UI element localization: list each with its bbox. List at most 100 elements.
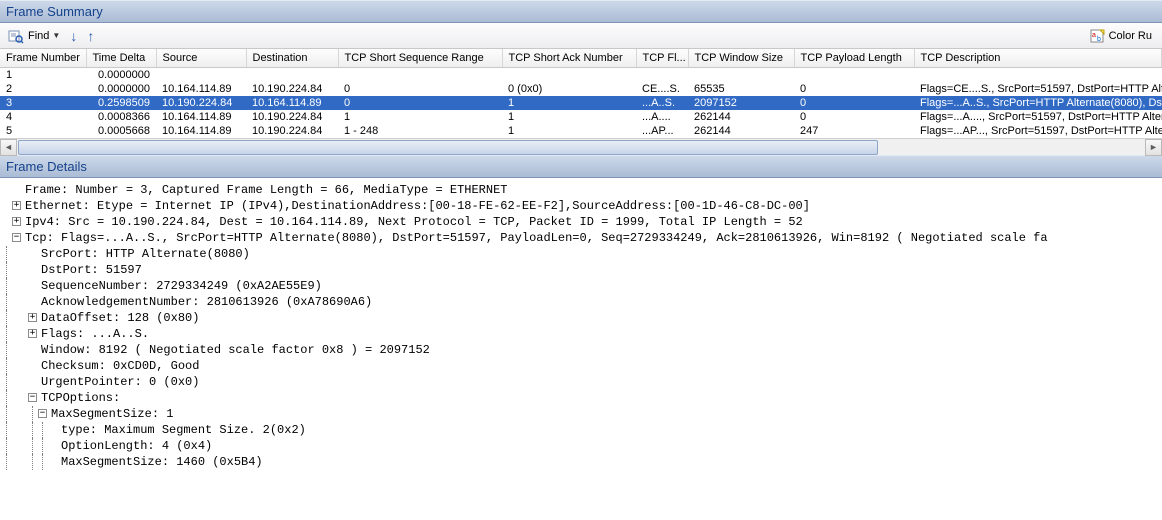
cell-num: 3 bbox=[0, 96, 86, 110]
table-row[interactable]: 30.259850910.190.224.8410.164.114.8901..… bbox=[0, 96, 1162, 110]
cell-ack: 0 (0x0) bbox=[502, 82, 636, 96]
col-tcp-flags[interactable]: TCP Fl... bbox=[636, 49, 688, 68]
detail-tcp[interactable]: Tcp: Flags=...A..S., SrcPort=HTTP Altern… bbox=[25, 230, 1048, 246]
scroll-thumb[interactable] bbox=[18, 140, 878, 155]
find-label: Find bbox=[28, 30, 49, 42]
cell-plen bbox=[794, 68, 914, 83]
collapse-tcpoptions-icon[interactable] bbox=[28, 393, 37, 402]
scroll-left-button[interactable]: ◄ bbox=[0, 139, 17, 156]
col-destination[interactable]: Destination bbox=[246, 49, 338, 68]
cell-delta: 0.0000000 bbox=[86, 82, 156, 96]
cell-desc: Flags=CE....S., SrcPort=51597, DstPort=H… bbox=[914, 82, 1162, 96]
col-source[interactable]: Source bbox=[156, 49, 246, 68]
cell-desc: Flags=...A...., SrcPort=51597, DstPort=H… bbox=[914, 110, 1162, 124]
cell-num: 2 bbox=[0, 82, 86, 96]
frame-summary-title: Frame Summary bbox=[6, 4, 103, 19]
cell-src: 10.190.224.84 bbox=[156, 96, 246, 110]
cell-delta: 0.0000000 bbox=[86, 68, 156, 83]
col-tcp-payload-len[interactable]: TCP Payload Length bbox=[794, 49, 914, 68]
expand-flags-icon[interactable] bbox=[28, 329, 37, 338]
detail-acknum[interactable]: AcknowledgementNumber: 2810613926 (0xA78… bbox=[41, 294, 372, 310]
cell-desc: Flags=...A..S., SrcPort=HTTP Alternate(8… bbox=[914, 96, 1162, 110]
detail-dataoffset[interactable]: DataOffset: 128 (0x80) bbox=[41, 310, 199, 326]
cell-win: 65535 bbox=[688, 82, 794, 96]
table-row[interactable]: 10.0000000 bbox=[0, 68, 1162, 83]
cell-seq: 0 bbox=[338, 82, 502, 96]
cell-win: 262144 bbox=[688, 124, 794, 138]
find-icon bbox=[8, 28, 24, 44]
col-tcp-seq-range[interactable]: TCP Short Sequence Range bbox=[338, 49, 502, 68]
cell-seq: 1 bbox=[338, 110, 502, 124]
cell-dst: 10.190.224.84 bbox=[246, 124, 338, 138]
color-rules-label: Color Ru bbox=[1109, 30, 1152, 42]
detail-seqnum[interactable]: SequenceNumber: 2729334249 (0xA2AE55E9) bbox=[41, 278, 322, 294]
detail-ipv4[interactable]: Ipv4: Src = 10.190.224.84, Dest = 10.164… bbox=[25, 214, 803, 230]
expand-ipv4-icon[interactable] bbox=[12, 217, 21, 226]
cell-plen: 0 bbox=[794, 110, 914, 124]
color-rules-icon: a b bbox=[1089, 28, 1105, 44]
detail-mss-size[interactable]: MaxSegmentSize: 1460 (0x5B4) bbox=[61, 454, 263, 470]
cell-desc bbox=[914, 68, 1162, 83]
cell-flags: ...AP... bbox=[636, 124, 688, 138]
cell-ack bbox=[502, 68, 636, 83]
detail-tcpoptions[interactable]: TCPOptions: bbox=[41, 390, 120, 406]
frame-summary-table[interactable]: Frame Number Time Delta Source Destinati… bbox=[0, 49, 1162, 138]
table-row[interactable]: 20.000000010.164.114.8910.190.224.8400 (… bbox=[0, 82, 1162, 96]
cell-flags: CE....S. bbox=[636, 82, 688, 96]
cell-win: 2097152 bbox=[688, 96, 794, 110]
cell-seq: 1 - 248 bbox=[338, 124, 502, 138]
dropdown-caret-icon: ▼ bbox=[52, 31, 60, 40]
cell-win bbox=[688, 68, 794, 83]
detail-flags[interactable]: Flags: ...A..S. bbox=[41, 326, 149, 342]
cell-src: 10.164.114.89 bbox=[156, 110, 246, 124]
scroll-right-button[interactable]: ► bbox=[1145, 139, 1162, 156]
find-button[interactable]: Find ▼ bbox=[4, 26, 64, 46]
svg-text:b: b bbox=[1097, 36, 1101, 43]
cell-seq bbox=[338, 68, 502, 83]
find-prev-button[interactable]: ↑ bbox=[83, 26, 98, 46]
arrow-down-icon: ↓ bbox=[70, 28, 77, 44]
cell-delta: 0.0005668 bbox=[86, 124, 156, 138]
col-time-delta[interactable]: Time Delta bbox=[86, 49, 156, 68]
cell-num: 4 bbox=[0, 110, 86, 124]
col-tcp-description[interactable]: TCP Description bbox=[914, 49, 1162, 68]
col-frame-number[interactable]: Frame Number bbox=[0, 49, 86, 68]
detail-window[interactable]: Window: 8192 ( Negotiated scale factor 0… bbox=[41, 342, 430, 358]
collapse-tcp-icon[interactable] bbox=[12, 233, 21, 242]
detail-ethernet[interactable]: Ethernet: Etype = Internet IP (IPv4),Des… bbox=[25, 198, 810, 214]
table-row[interactable]: 40.000836610.164.114.8910.190.224.8411..… bbox=[0, 110, 1162, 124]
cell-delta: 0.0008366 bbox=[86, 110, 156, 124]
frame-details-tree[interactable]: Frame: Number = 3, Captured Frame Length… bbox=[0, 178, 1162, 474]
svg-text:a: a bbox=[1092, 32, 1096, 39]
col-tcp-ack-num[interactable]: TCP Short Ack Number bbox=[502, 49, 636, 68]
detail-dstport[interactable]: DstPort: 51597 bbox=[41, 262, 142, 278]
expand-ethernet-icon[interactable] bbox=[12, 201, 21, 210]
find-next-button[interactable]: ↓ bbox=[66, 26, 81, 46]
cell-dst: 10.190.224.84 bbox=[246, 110, 338, 124]
horizontal-scrollbar[interactable]: ◄ ► bbox=[0, 138, 1162, 155]
cell-src: 10.164.114.89 bbox=[156, 124, 246, 138]
detail-frame[interactable]: Frame: Number = 3, Captured Frame Length… bbox=[25, 182, 507, 198]
detail-mss-type[interactable]: type: Maximum Segment Size. 2(0x2) bbox=[61, 422, 306, 438]
table-row[interactable]: 50.000566810.164.114.8910.190.224.841 - … bbox=[0, 124, 1162, 138]
detail-srcport[interactable]: SrcPort: HTTP Alternate(8080) bbox=[41, 246, 250, 262]
detail-mss[interactable]: MaxSegmentSize: 1 bbox=[51, 406, 173, 422]
cell-flags: ...A.... bbox=[636, 110, 688, 124]
cell-plen: 0 bbox=[794, 82, 914, 96]
cell-dst: 10.164.114.89 bbox=[246, 96, 338, 110]
cell-dst bbox=[246, 68, 338, 83]
expand-dataoffset-icon[interactable] bbox=[28, 313, 37, 322]
cell-src: 10.164.114.89 bbox=[156, 82, 246, 96]
detail-mss-optlen[interactable]: OptionLength: 4 (0x4) bbox=[61, 438, 212, 454]
detail-urgent[interactable]: UrgentPointer: 0 (0x0) bbox=[41, 374, 199, 390]
cell-ack: 1 bbox=[502, 124, 636, 138]
collapse-mss-icon[interactable] bbox=[38, 409, 47, 418]
cell-ack: 1 bbox=[502, 96, 636, 110]
detail-checksum[interactable]: Checksum: 0xCD0D, Good bbox=[41, 358, 199, 374]
cell-flags bbox=[636, 68, 688, 83]
cell-ack: 1 bbox=[502, 110, 636, 124]
frame-details-title: Frame Details bbox=[6, 159, 87, 174]
col-tcp-win-size[interactable]: TCP Window Size bbox=[688, 49, 794, 68]
color-rules-button[interactable]: a b Color Ru bbox=[1085, 26, 1156, 46]
summary-toolbar: Find ▼ ↓ ↑ a b Color Ru bbox=[0, 23, 1162, 49]
